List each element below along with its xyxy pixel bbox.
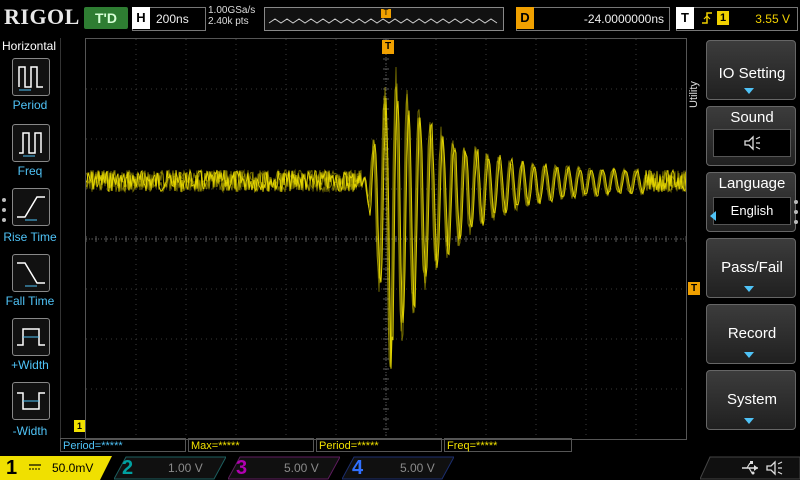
measurement-max-text: Max=***** xyxy=(191,440,240,452)
chevron-down-icon xyxy=(744,88,754,94)
speaker-icon xyxy=(766,460,783,476)
sound-label: Sound xyxy=(730,109,774,126)
sample-rate: 1.00GSa/s xyxy=(208,5,256,16)
channel4-number: 4 xyxy=(352,457,364,479)
period-icon[interactable] xyxy=(12,58,50,96)
channel1-scale: 50.0mV xyxy=(52,461,94,475)
language-value-box: English xyxy=(713,197,791,225)
record-button[interactable]: Record xyxy=(706,304,796,364)
trigger-level-value: 3.55 V xyxy=(755,12,790,26)
right-scroll-dots xyxy=(794,200,798,224)
measurement-max[interactable]: Max=***** xyxy=(188,438,314,452)
trigger-source: 1 xyxy=(717,11,729,25)
fall-time-label: Fall Time xyxy=(5,294,55,308)
chevron-down-icon xyxy=(744,352,754,358)
system-button[interactable]: System xyxy=(706,370,796,430)
rise-time-icon[interactable] xyxy=(12,188,50,226)
frequency-icon[interactable] xyxy=(12,124,50,162)
system-label: System xyxy=(726,391,777,408)
channel2-scale: 1.00 V xyxy=(168,461,203,475)
channel3-scale: 5.00 V xyxy=(284,461,319,475)
channel1-ground-marker[interactable]: 1 xyxy=(74,420,85,432)
delay-value: -24.0000000ns xyxy=(583,12,664,26)
pass-fail-button[interactable]: Pass/Fail xyxy=(706,238,796,298)
language-value: English xyxy=(730,203,774,218)
measurement-freq-text: Freq=***** xyxy=(447,440,498,452)
channel1-number: 1 xyxy=(6,457,18,479)
right-menu-title: Utility xyxy=(688,81,700,109)
channel2-number: 2 xyxy=(122,457,134,479)
measurement-period-1-text: Period=***** xyxy=(63,440,123,452)
trigger-level-marker[interactable]: T xyxy=(688,282,700,295)
waveform-overview-bar: T xyxy=(264,7,504,31)
io-setting-label: IO Setting xyxy=(718,65,786,82)
sound-button[interactable]: Sound xyxy=(706,106,796,166)
io-setting-button[interactable]: IO Setting xyxy=(706,40,796,100)
channel3-status[interactable]: 3 5.00 V xyxy=(228,456,340,480)
sample-info: 1.00GSa/s 2.40k pts xyxy=(208,5,255,27)
rigol-logo: RIGOL xyxy=(4,4,80,29)
language-label: Language xyxy=(718,175,786,192)
sound-value-box xyxy=(713,129,791,157)
channel1-waveform-trace xyxy=(86,66,686,370)
run-state-badge[interactable]: T'D xyxy=(84,7,128,29)
channel2-status[interactable]: 2 1.00 V xyxy=(114,456,226,480)
speaker-icon xyxy=(744,135,761,151)
period-label: Period xyxy=(12,98,48,112)
measurement-period-2[interactable]: Period=***** xyxy=(316,438,442,452)
delay-label: D xyxy=(516,7,534,29)
dc-coupling-icon xyxy=(29,464,41,470)
channel4-scale: 5.00 V xyxy=(400,461,435,475)
positive-width-label: +Width xyxy=(11,358,49,372)
language-button[interactable]: Language English xyxy=(706,172,796,232)
memory-depth: 2.40k pts xyxy=(208,16,249,27)
left-scroll-dots xyxy=(2,198,6,222)
left-menu-title: Horizontal xyxy=(2,39,57,53)
horizontal-scale-value: 200ns xyxy=(156,12,189,26)
pass-fail-label: Pass/Fail xyxy=(721,259,783,276)
chevron-down-icon xyxy=(744,286,754,292)
graticule xyxy=(86,39,686,439)
positive-width-icon[interactable] xyxy=(12,318,50,356)
measurement-freq[interactable]: Freq=***** xyxy=(444,438,572,452)
channel4-status[interactable]: 4 5.00 V xyxy=(342,456,454,480)
trigger-label: T xyxy=(676,7,694,29)
trigger-marker-overview: T xyxy=(383,8,389,17)
measurement-period-2-text: Period=***** xyxy=(319,440,379,452)
waveform-display[interactable] xyxy=(85,38,687,440)
channel3-number: 3 xyxy=(236,457,248,479)
trigger-position-marker[interactable]: T xyxy=(382,40,394,54)
chevron-down-icon xyxy=(744,418,754,424)
rising-edge-icon xyxy=(700,7,714,35)
negative-width-label: -Width xyxy=(12,424,48,438)
freq-label: Freq xyxy=(17,164,43,178)
channel1-status[interactable]: 1 50.0mV xyxy=(0,456,112,480)
record-label: Record xyxy=(727,325,777,342)
usb-icon xyxy=(742,461,758,475)
measurement-period-1[interactable]: Period=***** xyxy=(60,438,186,452)
chevron-left-icon xyxy=(710,211,716,221)
negative-width-icon[interactable] xyxy=(12,382,50,420)
fall-time-icon[interactable] xyxy=(12,254,50,292)
horizontal-label: H xyxy=(132,7,150,29)
rise-time-label: Rise Time xyxy=(3,230,57,244)
